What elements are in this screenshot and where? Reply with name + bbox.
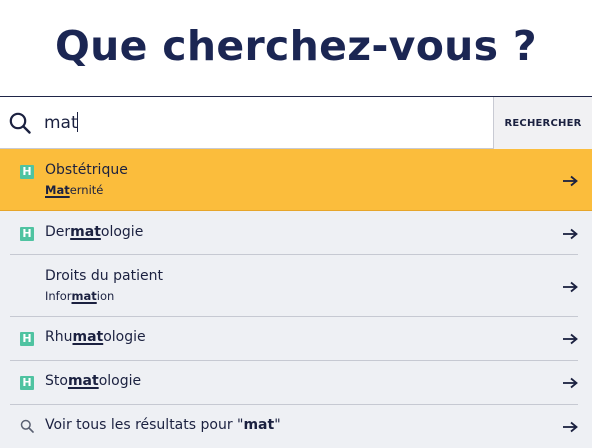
suggestion-subtitle: Information — [45, 289, 115, 303]
arrow-right-icon — [563, 421, 578, 433]
see-all-results-label: Voir tous les résultats pour "mat" — [45, 417, 281, 433]
page-title: Que cherchez-vous ? — [54, 22, 538, 70]
suggestion-item-obstetrique[interactable]: H Obstétrique Maternité — [0, 149, 592, 211]
arrow-right-icon — [563, 281, 578, 293]
search-icon — [9, 112, 31, 134]
suggestion-title: Stomatologie — [45, 373, 142, 389]
suggestion-item-droits-du-patient[interactable]: Droits du patient Information — [0, 255, 592, 317]
suggestion-title: Rhumatologie — [45, 329, 146, 345]
search-input[interactable] — [44, 106, 484, 140]
suggestion-title: Dermatologie — [45, 224, 144, 240]
text-caret — [77, 112, 78, 132]
suggestion-list: H Obstétrique Maternité H Dermatologie D… — [0, 149, 592, 448]
suggestion-subtitle: Maternité — [45, 183, 104, 197]
arrow-right-icon — [563, 377, 578, 389]
search-bar: RECHERCHER — [0, 96, 592, 149]
hospital-badge-icon: H — [20, 332, 34, 346]
see-all-results-link[interactable]: Voir tous les résultats pour "mat" — [0, 405, 592, 448]
suggestion-item-rhumatologie[interactable]: H Rhumatologie — [0, 317, 592, 361]
hospital-badge-icon: H — [20, 165, 34, 179]
suggestion-title: Droits du patient — [45, 268, 163, 284]
suggestion-title: Obstétrique — [45, 162, 128, 178]
hospital-badge-icon: H — [20, 227, 34, 241]
suggestion-item-stomatologie[interactable]: H Stomatologie — [0, 361, 592, 405]
search-button[interactable]: RECHERCHER — [493, 97, 592, 149]
hospital-badge-icon: H — [20, 376, 34, 390]
arrow-right-icon — [563, 228, 578, 240]
suggestion-item-dermatologie[interactable]: H Dermatologie — [0, 211, 592, 255]
arrow-right-icon — [563, 175, 578, 187]
search-icon — [20, 419, 34, 433]
arrow-right-icon — [563, 333, 578, 345]
